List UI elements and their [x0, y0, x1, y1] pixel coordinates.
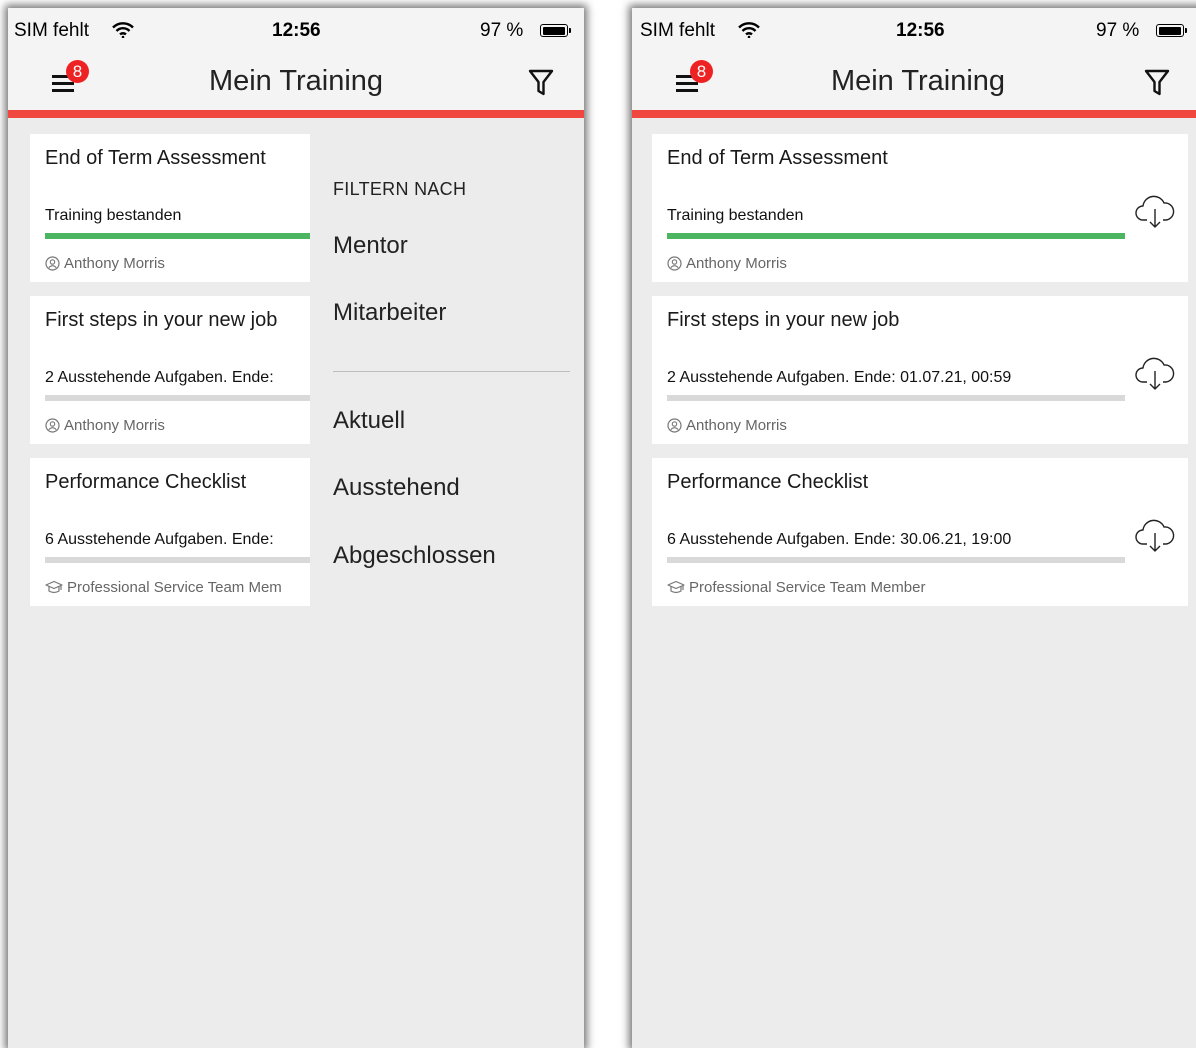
download-button[interactable]: [1134, 192, 1176, 230]
filter-menu: FILTERN NACH Mentor Mitarbeiter Aktuell …: [310, 118, 584, 1048]
training-title: First steps in your new job: [667, 309, 900, 331]
training-status: 6 Ausstehende Aufgaben. Ende: 30.06.21, …: [667, 531, 1012, 548]
training-title: Performance Checklist: [45, 471, 247, 493]
progress-fill: [45, 233, 310, 239]
filter-option-mentor[interactable]: Mentor: [333, 232, 408, 260]
training-status: 2 Ausstehende Aufgaben. Ende: 01.07.21, …: [667, 369, 1012, 386]
training-meta: Anthony Morris: [45, 255, 165, 272]
cloud-download-icon: [1135, 195, 1175, 228]
funnel-filter-icon: [528, 69, 554, 96]
training-meta: Anthony Morris: [667, 255, 787, 272]
battery-icon: [540, 24, 571, 37]
training-title: End of Term Assessment: [667, 147, 888, 169]
status-bar: SIM fehlt 12:56 97 %: [8, 8, 584, 52]
progress-bar: [667, 233, 1125, 239]
graduation-cap-icon: [667, 580, 685, 594]
download-button[interactable]: [1134, 516, 1176, 554]
training-card[interactable]: Performance Checklist 6 Ausstehende Aufg…: [652, 458, 1188, 606]
filter-divider: [333, 371, 570, 372]
training-title: Performance Checklist: [667, 471, 869, 493]
page-title: Mein Training: [208, 65, 384, 97]
carrier-label: SIM fehlt: [14, 20, 89, 41]
training-title: End of Term Assessment: [45, 147, 266, 169]
role-name: Professional Service Team Member: [689, 579, 926, 596]
progress-bar: [45, 557, 310, 563]
accent-bar: [8, 110, 584, 118]
filter-option-mitarbeiter[interactable]: Mitarbeiter: [333, 299, 446, 327]
training-meta: Anthony Morris: [667, 417, 787, 434]
progress-bar: [667, 395, 1125, 401]
clock: 12:56: [896, 20, 945, 41]
cloud-download-icon: [1135, 357, 1175, 390]
battery-percent: 97 %: [480, 20, 524, 41]
wifi-icon: [112, 22, 134, 43]
page-title: Mein Training: [830, 65, 1006, 97]
progress-bar: [45, 233, 310, 239]
filter-option-aktuell[interactable]: Aktuell: [333, 407, 405, 435]
training-card[interactable]: End of Term Assessment Training bestande…: [30, 134, 310, 282]
progress-bar: [45, 395, 310, 401]
training-card[interactable]: First steps in your new job 2 Ausstehend…: [652, 296, 1188, 444]
filter-option-abgeschlossen[interactable]: Abgeschlossen: [333, 542, 496, 570]
progress-bar: [667, 557, 1125, 563]
training-card[interactable]: End of Term Assessment Training bestande…: [652, 134, 1188, 282]
mentor-name: Anthony Morris: [686, 255, 787, 272]
carrier-label: SIM fehlt: [640, 20, 715, 41]
wifi-icon: [738, 22, 760, 43]
mentor-person-icon: [667, 418, 682, 433]
cloud-download-icon: [1135, 519, 1175, 552]
battery-icon: [1156, 24, 1187, 37]
graduation-cap-icon: [45, 580, 63, 594]
clock: 12:56: [272, 20, 321, 41]
training-title: First steps in your new job: [45, 309, 278, 331]
mentor-person-icon: [45, 256, 60, 271]
training-card[interactable]: First steps in your new job 2 Ausstehend…: [30, 296, 310, 444]
training-status: Training bestanden: [667, 207, 804, 224]
funnel-filter-icon: [1144, 69, 1170, 96]
battery-percent: 97 %: [1096, 20, 1140, 41]
mentor-person-icon: [45, 418, 60, 433]
filter-button[interactable]: [528, 68, 556, 98]
status-bar: SIM fehlt 12:56 97 %: [632, 8, 1196, 52]
mentor-person-icon: [667, 256, 682, 271]
filter-option-ausstehend[interactable]: Ausstehend: [333, 474, 460, 502]
download-button[interactable]: [1134, 354, 1176, 392]
training-meta: Professional Service Team Member: [667, 579, 925, 596]
mentor-name: Anthony Morris: [686, 417, 787, 434]
nav-bar: 8 Mein Training: [632, 52, 1196, 110]
mentor-name: Anthony Morris: [64, 255, 165, 272]
mentor-name: Anthony Morris: [64, 417, 165, 434]
training-status: 6 Ausstehende Aufgaben. Ende:: [45, 531, 274, 548]
training-meta: Professional Service Team Mem: [45, 579, 282, 596]
training-status: 2 Ausstehende Aufgaben. Ende:: [45, 369, 274, 386]
training-status: Training bestanden: [45, 207, 182, 224]
progress-fill: [667, 233, 1125, 239]
training-card[interactable]: Performance Checklist 6 Ausstehende Aufg…: [30, 458, 310, 606]
nav-bar: 8 Mein Training: [8, 52, 584, 110]
filter-button[interactable]: [1144, 68, 1172, 98]
role-name: Professional Service Team Mem: [67, 579, 282, 596]
accent-bar: [632, 110, 1196, 118]
left-screen: SIM fehlt 12:56 97 % 8 Mein Training End…: [8, 8, 584, 1048]
right-screen: SIM fehlt 12:56 97 % 8 Mein Training End…: [632, 8, 1196, 1048]
training-meta: Anthony Morris: [45, 417, 165, 434]
filter-heading: FILTERN NACH: [333, 179, 467, 199]
